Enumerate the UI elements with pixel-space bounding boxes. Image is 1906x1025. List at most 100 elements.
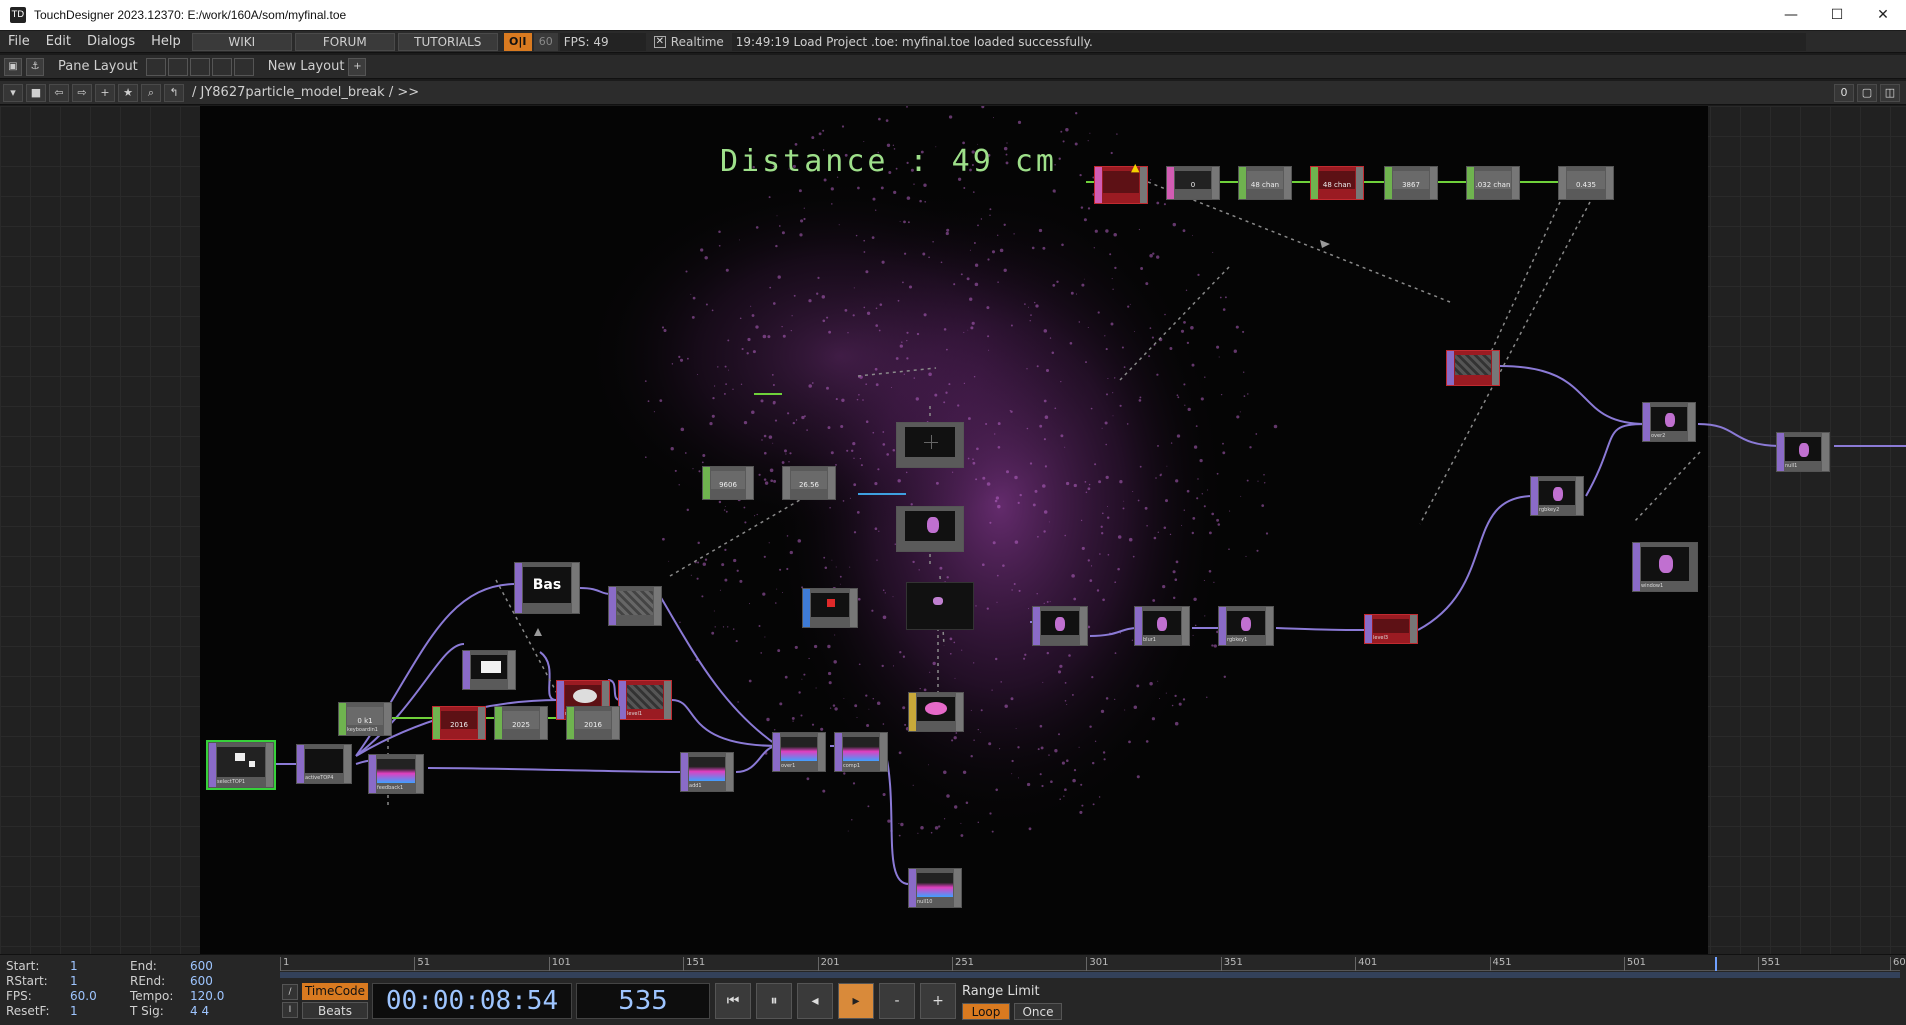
node-input-connector[interactable] xyxy=(1311,167,1318,199)
node-input-connector[interactable] xyxy=(463,651,470,689)
node-output-connector[interactable] xyxy=(1410,615,1417,643)
node-output-connector[interactable] xyxy=(818,733,825,771)
node-output-connector[interactable] xyxy=(954,869,961,907)
node-input-connector[interactable] xyxy=(835,733,842,771)
node-input-connector[interactable] xyxy=(515,563,522,613)
node-input-connector[interactable] xyxy=(909,869,916,907)
text-top-node-bas[interactable]: Bas xyxy=(514,562,580,614)
node-output-connector[interactable] xyxy=(880,733,887,771)
sop-node[interactable] xyxy=(802,588,858,628)
select-chop-node[interactable]: 0 xyxy=(1166,166,1220,200)
node-input-connector[interactable] xyxy=(803,589,810,627)
noise-top-node-upper[interactable] xyxy=(608,586,662,626)
node-input-connector[interactable] xyxy=(619,681,626,719)
node-input-connector[interactable] xyxy=(773,733,780,771)
minimize-button[interactable]: — xyxy=(1768,0,1814,30)
node-input-connector[interactable] xyxy=(681,753,688,791)
node-output-connector[interactable] xyxy=(266,743,273,787)
fps-setting[interactable]: 60 xyxy=(533,32,558,51)
node-input-connector[interactable] xyxy=(369,755,376,793)
node-output-connector[interactable] xyxy=(654,587,661,625)
realtime-checkbox[interactable]: ✕ xyxy=(653,35,666,48)
rstart-value[interactable]: 1 xyxy=(70,974,130,989)
layout-split-v-button[interactable] xyxy=(167,57,188,76)
node-input-connector[interactable] xyxy=(1239,167,1246,199)
menu-dropdown-icon[interactable]: ▾ xyxy=(3,83,23,102)
null-top-node[interactable]: null10 xyxy=(908,868,962,908)
step-minus-button[interactable]: - xyxy=(879,983,915,1019)
node-output-connector[interactable] xyxy=(384,703,391,735)
node-output-connector[interactable] xyxy=(1576,477,1583,515)
math-chop-node[interactable]: 26.56 chan1 xyxy=(782,466,836,500)
node-output-connector[interactable] xyxy=(1356,167,1363,199)
layout-split-h-button[interactable] xyxy=(189,57,210,76)
count-chop-node[interactable]: 9606 chan xyxy=(702,466,754,500)
network-editor[interactable]: Distance : 49 cm selectTOP1 activeTOP4 f… xyxy=(0,106,1906,954)
analyze-top-node[interactable]: activeTOP4 xyxy=(296,744,352,784)
menu-edit[interactable]: Edit xyxy=(38,34,79,49)
node-output-connector[interactable] xyxy=(1512,167,1519,199)
node-output-connector[interactable] xyxy=(1606,167,1613,199)
node-output-connector[interactable] xyxy=(572,563,579,613)
blur-top-node[interactable] xyxy=(1032,606,1088,646)
chop-node-2[interactable]: 48 chan xyxy=(1238,166,1292,200)
node-input-connector[interactable] xyxy=(609,587,616,625)
select-top-node[interactable]: selectTOP1 xyxy=(206,740,276,790)
close-button[interactable]: ✕ xyxy=(1860,0,1906,30)
add-top-node[interactable]: add1 xyxy=(680,752,734,792)
play-button[interactable]: ▸ xyxy=(838,983,874,1019)
comp-top-node[interactable]: comp1 xyxy=(834,732,888,772)
loop-button[interactable]: Loop xyxy=(962,1002,1010,1020)
node-input-connector[interactable] xyxy=(297,745,304,783)
chop-node-5[interactable]: .032 chan xyxy=(1466,166,1520,200)
over-top-node[interactable]: over1 xyxy=(772,732,826,772)
tutorials-button[interactable]: TUTORIALS xyxy=(397,32,498,51)
add-layout-button[interactable]: + xyxy=(348,57,367,76)
node-output-connector[interactable] xyxy=(1284,167,1291,199)
once-button[interactable]: Once xyxy=(1014,1002,1062,1020)
layout-single-button[interactable] xyxy=(145,57,166,76)
node-input-connector[interactable] xyxy=(1365,615,1372,643)
node-output-connector[interactable] xyxy=(1430,167,1437,199)
stop-icon[interactable]: ■ xyxy=(26,83,46,102)
node-output-connector[interactable] xyxy=(612,707,619,739)
node-output-connector[interactable] xyxy=(344,745,351,783)
forum-button[interactable]: FORUM xyxy=(294,32,395,51)
over2-top-node[interactable]: over2 xyxy=(1642,402,1696,442)
node-output-connector[interactable] xyxy=(1266,607,1273,645)
node-output-connector[interactable] xyxy=(416,755,423,793)
node-output-connector[interactable] xyxy=(956,693,963,731)
dat-node[interactable] xyxy=(908,692,964,732)
step-back-button[interactable]: ◂ xyxy=(797,983,833,1019)
chop-node-4[interactable]: 3867 chan xyxy=(1384,166,1438,200)
rewind-button[interactable]: ⏮ xyxy=(715,983,751,1019)
level3-top-node[interactable]: level3 xyxy=(1364,614,1418,644)
blur-top-node-2[interactable]: blur1 xyxy=(1134,606,1190,646)
node-output-connector[interactable] xyxy=(1080,607,1087,645)
node-input-connector[interactable] xyxy=(1095,167,1102,203)
kb-chop-node-3[interactable]: 2025 chan xyxy=(494,706,548,740)
null-chop-node[interactable]: 0.435 chan1 xyxy=(1558,166,1614,200)
home-icon[interactable]: + xyxy=(95,83,115,102)
node-input-connector[interactable] xyxy=(1447,351,1454,385)
node-output-connector[interactable] xyxy=(746,467,753,499)
node-input-connector[interactable] xyxy=(1643,403,1650,441)
window-top-node[interactable]: window1 xyxy=(1632,542,1698,592)
node-input-connector[interactable] xyxy=(1033,607,1040,645)
node-input-connector[interactable] xyxy=(209,743,216,787)
forward-arrow-icon[interactable]: ⇨ xyxy=(72,83,92,102)
audio-device-node[interactable]: ▲ xyxy=(1094,161,1148,204)
null1-top-node[interactable]: null1 xyxy=(1776,432,1830,472)
node-output-connector[interactable] xyxy=(1688,403,1695,441)
rend-value[interactable]: 600 xyxy=(190,974,213,989)
node-input-connector[interactable] xyxy=(1777,433,1784,471)
particle-top-node[interactable] xyxy=(896,506,964,552)
realtime-toggle[interactable]: ✕ Realtime xyxy=(653,35,724,49)
timecode-display[interactable]: 00:00:08:54 xyxy=(372,983,572,1019)
node-output-connector[interactable] xyxy=(828,467,835,499)
pane-anchor-icon[interactable]: ⚓ xyxy=(26,57,44,76)
layout-four-button[interactable] xyxy=(233,57,254,76)
bookmark-star-icon[interactable]: ★ xyxy=(118,83,138,102)
playhead[interactable] xyxy=(1715,957,1718,971)
node-input-connector[interactable] xyxy=(1219,607,1226,645)
